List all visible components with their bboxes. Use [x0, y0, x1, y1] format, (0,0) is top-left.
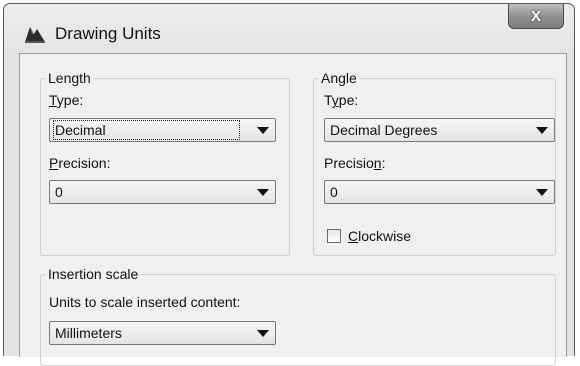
length-type-label: Type:	[49, 92, 84, 108]
length-group-label: Length	[48, 70, 91, 86]
angle-precision-label: Precision:	[324, 155, 386, 171]
close-button[interactable]: X	[508, 4, 564, 29]
length-type-value: Decimal	[53, 120, 240, 140]
length-type-label-text: ype:	[56, 92, 84, 108]
length-precision-label: Precision:	[49, 155, 111, 171]
angle-precision-select[interactable]: 0	[324, 180, 555, 204]
length-type-select[interactable]: Decimal	[49, 118, 276, 142]
chevron-down-icon	[257, 189, 269, 196]
length-precision-select[interactable]: 0	[49, 180, 276, 204]
dialog-body: Length Type: Decimal Precision: 0 Angle …	[19, 53, 567, 366]
insertion-scale-group-label: Insertion scale	[48, 266, 139, 282]
angle-group-label: Angle	[321, 70, 357, 86]
angle-type-value: Decimal Degrees	[330, 122, 438, 138]
chevron-down-icon	[536, 189, 548, 196]
clockwise-label[interactable]: Clockwise	[348, 228, 411, 244]
drawing-units-dialog: Drawing Units X Length Type: Decimal Pre…	[3, 3, 575, 366]
chevron-down-icon	[257, 127, 269, 134]
insertion-units-select[interactable]: Millimeters	[49, 321, 276, 345]
drawing-units-app-icon	[24, 24, 46, 44]
angle-precision-value: 0	[330, 184, 338, 200]
insertion-units-value: Millimeters	[55, 325, 122, 341]
insertion-scale-group: Insertion scale	[40, 266, 556, 366]
length-precision-value: 0	[55, 184, 63, 200]
angle-type-label: Type:	[324, 92, 359, 108]
chevron-down-icon	[257, 330, 269, 337]
clockwise-checkbox[interactable]	[327, 229, 341, 243]
insertion-units-label: Units to scale inserted content:	[49, 294, 241, 310]
window-title: Drawing Units	[55, 24, 161, 43]
angle-type-select[interactable]: Decimal Degrees	[324, 118, 555, 142]
chevron-down-icon	[536, 127, 548, 134]
close-icon: X	[530, 7, 541, 25]
